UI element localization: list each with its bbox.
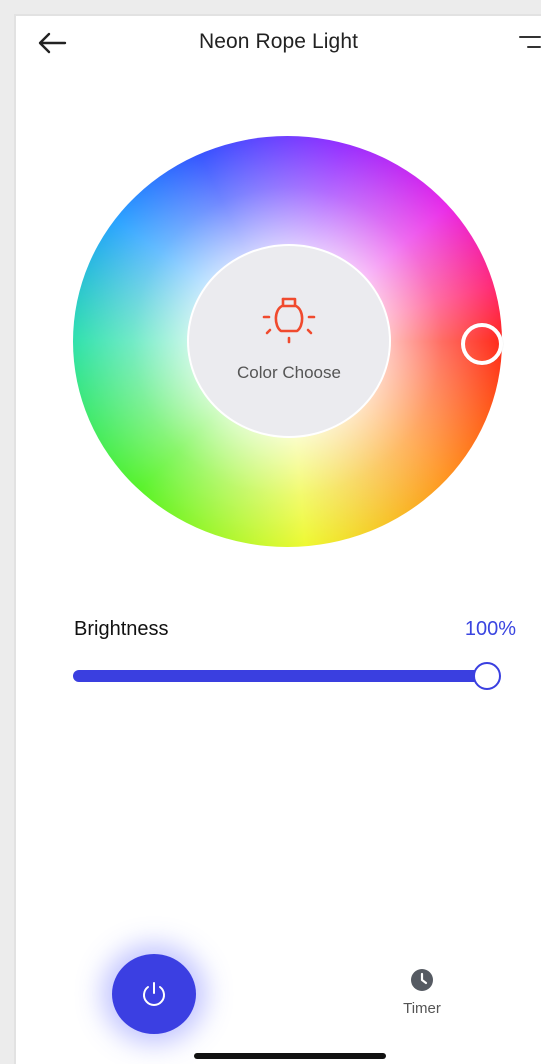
bulb-icon — [262, 297, 316, 344]
timer-label: Timer — [403, 1000, 441, 1017]
color-picker-handle[interactable] — [461, 323, 503, 365]
timer-button[interactable]: Timer — [392, 968, 452, 1028]
power-icon — [143, 982, 165, 1006]
brightness-label: Brightness — [74, 618, 169, 640]
brightness-slider[interactable] — [73, 670, 491, 682]
home-indicator[interactable] — [194, 1053, 386, 1059]
power-button[interactable] — [112, 954, 196, 1034]
brightness-slider-thumb[interactable] — [473, 662, 501, 690]
app-screen: Neon Rope Light Color Choose Brightness … — [0, 0, 541, 1064]
clock-icon — [411, 969, 433, 991]
page-title: Neon Rope Light — [198, 30, 359, 53]
brightness-value: 100% — [464, 618, 516, 640]
color-choose-button[interactable]: Color Choose — [187, 244, 391, 438]
color-choose-label: Color Choose — [237, 363, 341, 382]
screen-content: Neon Rope Light Color Choose Brightness … — [14, 14, 541, 1064]
brightness-slider-fill — [73, 670, 491, 682]
menu-button[interactable] — [515, 34, 541, 56]
menu-icon — [519, 36, 541, 39]
